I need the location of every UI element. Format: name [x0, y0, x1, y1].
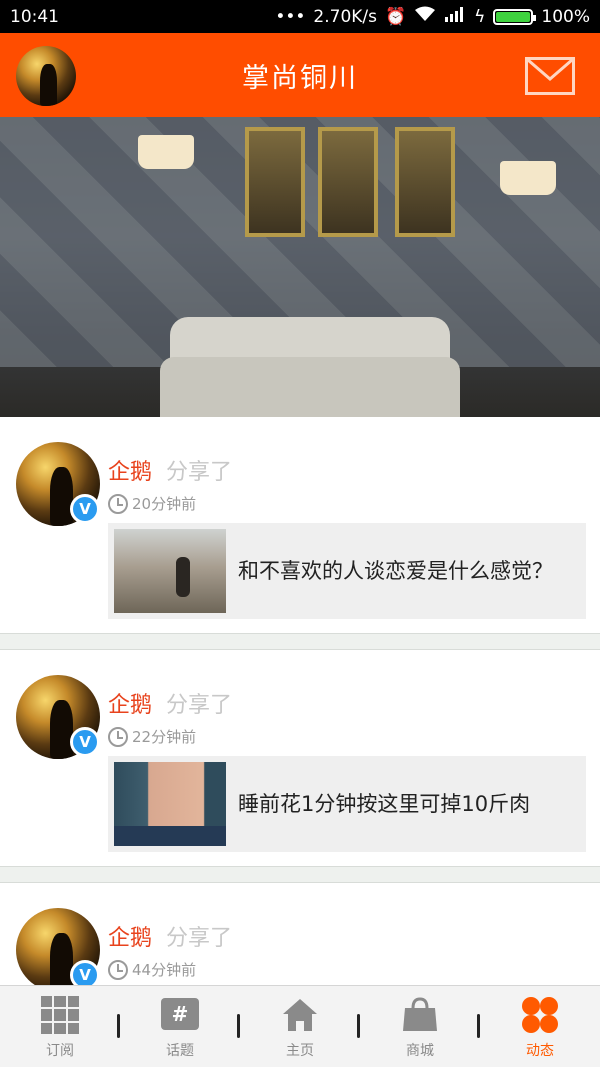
- wifi-icon: [414, 6, 436, 27]
- article-thumbnail: [114, 529, 226, 613]
- network-speed: 2.70K/s: [313, 6, 377, 27]
- notification-dots: •••: [275, 6, 306, 27]
- divider: [0, 866, 600, 883]
- banner-carousel[interactable]: [0, 117, 600, 417]
- shared-article-card[interactable]: 睡前花1分钟按这里可掉10斤肉: [108, 756, 586, 852]
- tab-home[interactable]: 主页: [240, 986, 360, 1067]
- post-username[interactable]: 企鹅: [108, 454, 152, 486]
- feed-post[interactable]: V 企鹅 分享了 44分钟前: [0, 883, 600, 985]
- tab-activity[interactable]: 动态: [480, 986, 600, 1067]
- verified-badge-icon: V: [70, 494, 100, 524]
- tab-label: 动态: [526, 1043, 554, 1059]
- tab-mall[interactable]: 商城: [360, 986, 480, 1067]
- post-time: 20分钟前: [108, 493, 196, 514]
- status-time: 10:41: [10, 6, 59, 27]
- post-time-text: 20分钟前: [132, 495, 197, 513]
- post-action: 分享了: [166, 460, 233, 485]
- post-username[interactable]: 企鹅: [108, 920, 152, 952]
- tab-label: 订阅: [46, 1043, 74, 1059]
- shopping-bag-icon: [401, 996, 439, 1034]
- feed-post[interactable]: V 企鹅 分享了 20分钟前 和不喜欢的人谈恋爱是什么感觉？: [0, 417, 600, 633]
- charging-icon: ϟ: [474, 6, 486, 27]
- clock-icon: [108, 726, 128, 747]
- home-icon: [281, 996, 319, 1034]
- shared-article-card[interactable]: 和不喜欢的人谈恋爱是什么感觉？: [108, 523, 586, 619]
- post-time-text: 22分钟前: [132, 728, 197, 746]
- tab-label: 商城: [406, 1043, 434, 1059]
- battery-icon: [493, 8, 537, 25]
- tab-label: 主页: [286, 1043, 314, 1059]
- tab-label: 话题: [166, 1043, 194, 1059]
- page-title: 掌尚铜川: [242, 62, 358, 94]
- alarm-icon: ⏰: [385, 6, 407, 27]
- mail-icon[interactable]: [525, 57, 575, 95]
- post-username[interactable]: 企鹅: [108, 687, 152, 719]
- feed-post[interactable]: V 企鹅 分享了 22分钟前 睡前花1分钟按这里可掉10斤肉: [0, 650, 600, 866]
- flower-icon: [521, 996, 559, 1034]
- hashtag-icon: #: [161, 996, 199, 1034]
- article-title: 和不喜欢的人谈恋爱是什么感觉？: [238, 559, 553, 583]
- verified-badge-icon: V: [70, 960, 100, 985]
- tab-subscribe[interactable]: 订阅: [0, 986, 120, 1067]
- status-right: ••• 2.70K/s ⏰ ϟ 100%: [275, 6, 590, 27]
- grid-icon: [41, 996, 79, 1034]
- activity-feed[interactable]: V 企鹅 分享了 20分钟前 和不喜欢的人谈恋爱是什么感觉？ V 企鹅 分享了 …: [0, 417, 600, 985]
- post-action: 分享了: [166, 926, 233, 951]
- clock-icon: [108, 493, 128, 514]
- tab-topics[interactable]: # 话题: [120, 986, 240, 1067]
- clock-icon: [108, 959, 128, 980]
- post-time-text: 44分钟前: [132, 961, 197, 979]
- status-bar: 10:41 ••• 2.70K/s ⏰ ϟ 100%: [0, 0, 600, 33]
- article-title: 睡前花1分钟按这里可掉10斤肉: [238, 792, 531, 816]
- battery-percent: 100%: [541, 6, 590, 27]
- post-time: 44分钟前: [108, 959, 196, 980]
- divider: [0, 633, 600, 650]
- article-thumbnail: [114, 762, 226, 846]
- profile-avatar[interactable]: [16, 46, 76, 106]
- post-action: 分享了: [166, 693, 233, 718]
- verified-badge-icon: V: [70, 727, 100, 757]
- post-time: 22分钟前: [108, 726, 196, 747]
- signal-icon: [444, 6, 466, 27]
- bottom-tab-bar: 订阅 # 话题 主页 商城 动态: [0, 985, 600, 1067]
- app-header: 掌尚铜川: [0, 33, 600, 117]
